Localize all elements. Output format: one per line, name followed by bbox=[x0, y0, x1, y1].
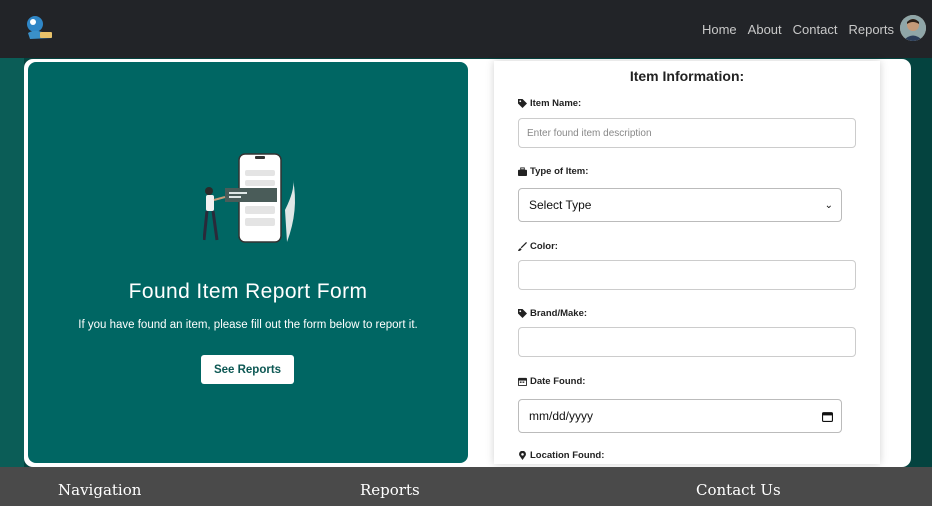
color-input[interactable] bbox=[518, 260, 856, 290]
type-of-item-select[interactable]: Select Type ⌄ bbox=[518, 188, 842, 222]
hero-title: Found Item Report Form bbox=[128, 280, 368, 303]
footer-navigation-heading: Navigation bbox=[58, 481, 142, 499]
date-found-label-text: Date Found: bbox=[530, 376, 586, 387]
tag-icon bbox=[518, 309, 527, 318]
brand-make-label: Brand/Make: bbox=[518, 308, 587, 319]
hero-panel: Found Item Report Form If you have found… bbox=[28, 62, 468, 463]
navbar: Home About Contact Reports bbox=[0, 0, 932, 58]
briefcase-icon bbox=[518, 167, 527, 176]
hero-description: If you have found an item, please fill o… bbox=[78, 319, 418, 331]
user-avatar-icon[interactable] bbox=[900, 15, 926, 41]
person-with-phone-illustration-icon bbox=[203, 153, 295, 243]
nav-reports-link[interactable]: Reports bbox=[848, 22, 894, 37]
date-found-label: Date Found: bbox=[518, 376, 585, 387]
color-label: Color: bbox=[518, 241, 558, 252]
date-found-input[interactable]: mm/dd/yyyy bbox=[518, 399, 842, 433]
item-name-label: Item Name: bbox=[518, 98, 581, 109]
item-name-label-text: Item Name: bbox=[530, 98, 582, 109]
brush-icon bbox=[518, 242, 527, 251]
date-found-placeholder: mm/dd/yyyy bbox=[529, 409, 594, 423]
color-label-text: Color: bbox=[530, 241, 558, 252]
nav-contact-link[interactable]: Contact bbox=[793, 22, 838, 37]
nav-about-link[interactable]: About bbox=[748, 22, 782, 37]
footer-contact-us-heading: Contact Us bbox=[696, 481, 781, 499]
calendar-icon[interactable] bbox=[822, 411, 833, 422]
footer: Navigation Reports Contact Us bbox=[0, 467, 932, 506]
nav-home-link[interactable]: Home bbox=[702, 22, 737, 37]
brand-make-label-text: Brand/Make: bbox=[530, 308, 588, 319]
location-found-label: Location Found: bbox=[518, 450, 604, 461]
type-of-item-label-text: Type of Item: bbox=[530, 166, 589, 177]
type-of-item-selected: Select Type bbox=[529, 198, 592, 212]
type-of-item-label: Type of Item: bbox=[518, 166, 588, 177]
location-found-label-text: Location Found: bbox=[530, 450, 605, 461]
item-information-form: Item Information: Item Name: Type of Ite… bbox=[494, 61, 880, 464]
footer-reports-heading: Reports bbox=[360, 481, 420, 499]
see-reports-button[interactable]: See Reports bbox=[201, 355, 294, 384]
item-name-input[interactable] bbox=[518, 118, 856, 148]
brand-make-input[interactable] bbox=[518, 327, 856, 357]
chevron-down-icon: ⌄ bbox=[824, 199, 833, 211]
form-title: Item Information: bbox=[629, 68, 745, 84]
lost-and-found-logo-icon[interactable] bbox=[24, 14, 56, 42]
map-marker-icon bbox=[519, 451, 526, 460]
nav-links: Home About Contact Reports bbox=[702, 0, 894, 58]
page-left-edge bbox=[0, 58, 24, 467]
calendar-icon bbox=[518, 377, 527, 386]
tag-icon bbox=[518, 99, 527, 108]
